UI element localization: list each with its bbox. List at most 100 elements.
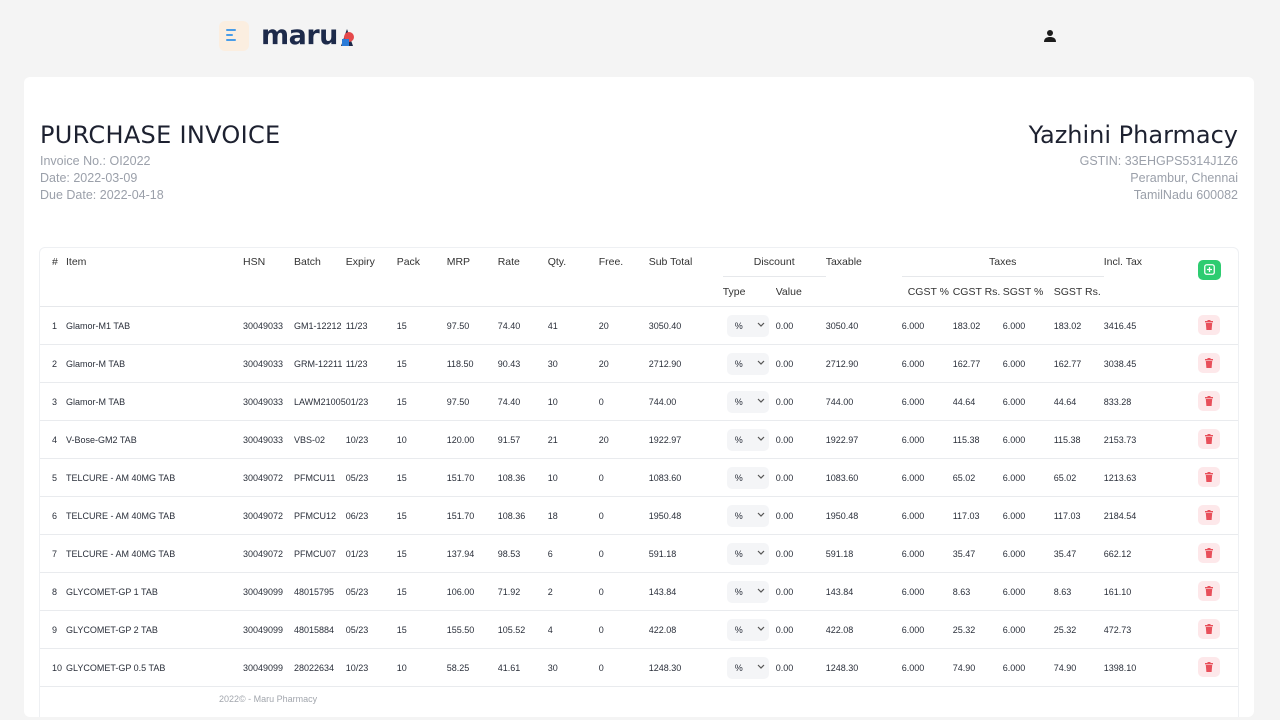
delete-row-button[interactable] bbox=[1197, 428, 1220, 449]
item-name: TELCURE - AM 40MG TAB bbox=[66, 458, 243, 497]
hsn-code: 30049072 bbox=[243, 458, 294, 497]
discount-value[interactable]: 0.00 bbox=[775, 382, 826, 421]
trash-icon bbox=[1204, 547, 1213, 558]
cgst-amount: 183.02 bbox=[952, 306, 1003, 345]
trash-icon bbox=[1204, 509, 1213, 520]
user-icon[interactable] bbox=[1043, 29, 1057, 43]
discount-type-cell: % bbox=[722, 420, 776, 459]
delete-row-button[interactable] bbox=[1197, 466, 1220, 487]
quantity-value: 30 bbox=[547, 344, 599, 383]
col-header-item: Item bbox=[66, 256, 87, 269]
mrp-value: 97.50 bbox=[446, 382, 498, 421]
item-name: Glamor-M1 TAB bbox=[66, 306, 243, 345]
free-quantity: 0 bbox=[598, 572, 649, 611]
item-name: V-Bose-GM2 TAB bbox=[66, 420, 243, 459]
free-quantity: 0 bbox=[598, 648, 649, 687]
rate-value: 74.40 bbox=[497, 382, 548, 421]
batch-number: PFMCU12 bbox=[294, 496, 346, 535]
incl-tax-value: 3038.45 bbox=[1103, 344, 1198, 383]
chevron-down-icon bbox=[757, 322, 765, 327]
company-address-line2: TamilNadu 600082 bbox=[1133, 188, 1238, 202]
invoice-date: Date: 2022-03-09 bbox=[40, 171, 138, 185]
table-row: 3 Glamor-M TAB 30049033 LAWM21005 01/23 … bbox=[40, 382, 1238, 421]
sgst-amount: 183.02 bbox=[1053, 306, 1104, 345]
discount-type-select[interactable]: % bbox=[726, 542, 769, 565]
delete-row-button[interactable] bbox=[1197, 656, 1220, 677]
discount-type-select[interactable]: % bbox=[726, 466, 769, 489]
items-table: # Item HSN Batch Expiry Pack MRP Rate Qt… bbox=[40, 248, 1238, 687]
cgst-percent: 6.000 bbox=[901, 344, 953, 383]
mrp-value: 106.00 bbox=[446, 572, 498, 611]
trash-icon bbox=[1204, 471, 1213, 482]
cgst-amount: 115.38 bbox=[952, 420, 1003, 459]
col-header-qty: Qty. bbox=[547, 256, 567, 269]
delete-row-button[interactable] bbox=[1197, 618, 1220, 639]
menu-toggle-button[interactable] bbox=[219, 21, 249, 51]
discount-value[interactable]: 0.00 bbox=[775, 648, 826, 687]
expiry-date: 01/23 bbox=[345, 534, 397, 573]
subtotal-value: 2712.90 bbox=[648, 344, 723, 383]
discount-type-select[interactable]: % bbox=[726, 314, 769, 337]
mrp-value: 118.50 bbox=[446, 344, 498, 383]
discount-value[interactable]: 0.00 bbox=[775, 572, 826, 611]
taxable-value: 1950.48 bbox=[825, 496, 902, 535]
rate-value: 90.43 bbox=[497, 344, 548, 383]
sgst-amount: 8.63 bbox=[1053, 572, 1104, 611]
discount-type-select[interactable]: % bbox=[726, 390, 769, 413]
expiry-date: 11/23 bbox=[345, 344, 397, 383]
discount-type-select[interactable]: % bbox=[726, 580, 769, 603]
quantity-value: 18 bbox=[547, 496, 599, 535]
delete-row-button[interactable] bbox=[1197, 352, 1220, 373]
trash-icon bbox=[1204, 319, 1213, 330]
pack-size: 15 bbox=[396, 572, 447, 611]
rate-value: 41.61 bbox=[497, 648, 548, 687]
sgst-amount: 25.32 bbox=[1053, 610, 1104, 649]
sgst-percent: 6.000 bbox=[1002, 572, 1054, 611]
row-actions bbox=[1197, 610, 1238, 649]
discount-value[interactable]: 0.00 bbox=[775, 306, 826, 345]
pack-size: 10 bbox=[396, 648, 447, 687]
col-header-incl-tax: Incl. Tax bbox=[1103, 256, 1143, 269]
cgst-amount: 117.03 bbox=[952, 496, 1003, 535]
delete-row-button[interactable] bbox=[1197, 314, 1220, 335]
discount-type-select[interactable]: % bbox=[726, 504, 769, 527]
quantity-value: 21 bbox=[547, 420, 599, 459]
delete-row-button[interactable] bbox=[1197, 504, 1220, 525]
app-logo[interactable]: maru bbox=[261, 21, 338, 51]
sgst-amount: 115.38 bbox=[1053, 420, 1104, 459]
discount-value[interactable]: 0.00 bbox=[775, 344, 826, 383]
taxable-value: 422.08 bbox=[825, 610, 902, 649]
discount-type-cell: % bbox=[722, 496, 776, 535]
discount-type-select[interactable]: % bbox=[726, 428, 769, 451]
discount-value[interactable]: 0.00 bbox=[775, 610, 826, 649]
discount-value[interactable]: 0.00 bbox=[775, 458, 826, 497]
item-name: GLYCOMET-GP 2 TAB bbox=[66, 610, 243, 649]
discount-value[interactable]: 0.00 bbox=[775, 496, 826, 535]
delete-row-button[interactable] bbox=[1197, 390, 1220, 411]
delete-row-button[interactable] bbox=[1197, 542, 1220, 563]
chevron-down-icon bbox=[757, 588, 765, 593]
discount-value[interactable]: 0.00 bbox=[775, 420, 826, 459]
discount-type-cell: % bbox=[722, 306, 776, 345]
pack-size: 15 bbox=[396, 610, 447, 649]
sgst-amount: 162.77 bbox=[1053, 344, 1104, 383]
discount-type-select[interactable]: % bbox=[726, 618, 769, 641]
invoice-due-date: Due Date: 2022-04-18 bbox=[40, 188, 164, 202]
col-header-pack: Pack bbox=[396, 256, 421, 269]
hsn-code: 30049072 bbox=[243, 534, 294, 573]
sgst-amount: 117.03 bbox=[1053, 496, 1104, 535]
delete-row-button[interactable] bbox=[1197, 580, 1220, 601]
discount-type-select[interactable]: % bbox=[726, 352, 769, 375]
discount-type-cell: % bbox=[722, 344, 776, 383]
discount-type-select[interactable]: % bbox=[726, 656, 769, 679]
free-quantity: 20 bbox=[598, 344, 649, 383]
table-row: 6 TELCURE - AM 40MG TAB 30049072 PFMCU12… bbox=[40, 496, 1238, 535]
cgst-amount: 35.47 bbox=[952, 534, 1003, 573]
chevron-down-icon bbox=[757, 436, 765, 441]
discount-value[interactable]: 0.00 bbox=[775, 534, 826, 573]
pack-size: 10 bbox=[396, 420, 447, 459]
cgst-amount: 25.32 bbox=[952, 610, 1003, 649]
expiry-date: 10/23 bbox=[345, 420, 397, 459]
row-number: 7 bbox=[40, 534, 66, 573]
add-row-button[interactable] bbox=[1197, 260, 1221, 280]
